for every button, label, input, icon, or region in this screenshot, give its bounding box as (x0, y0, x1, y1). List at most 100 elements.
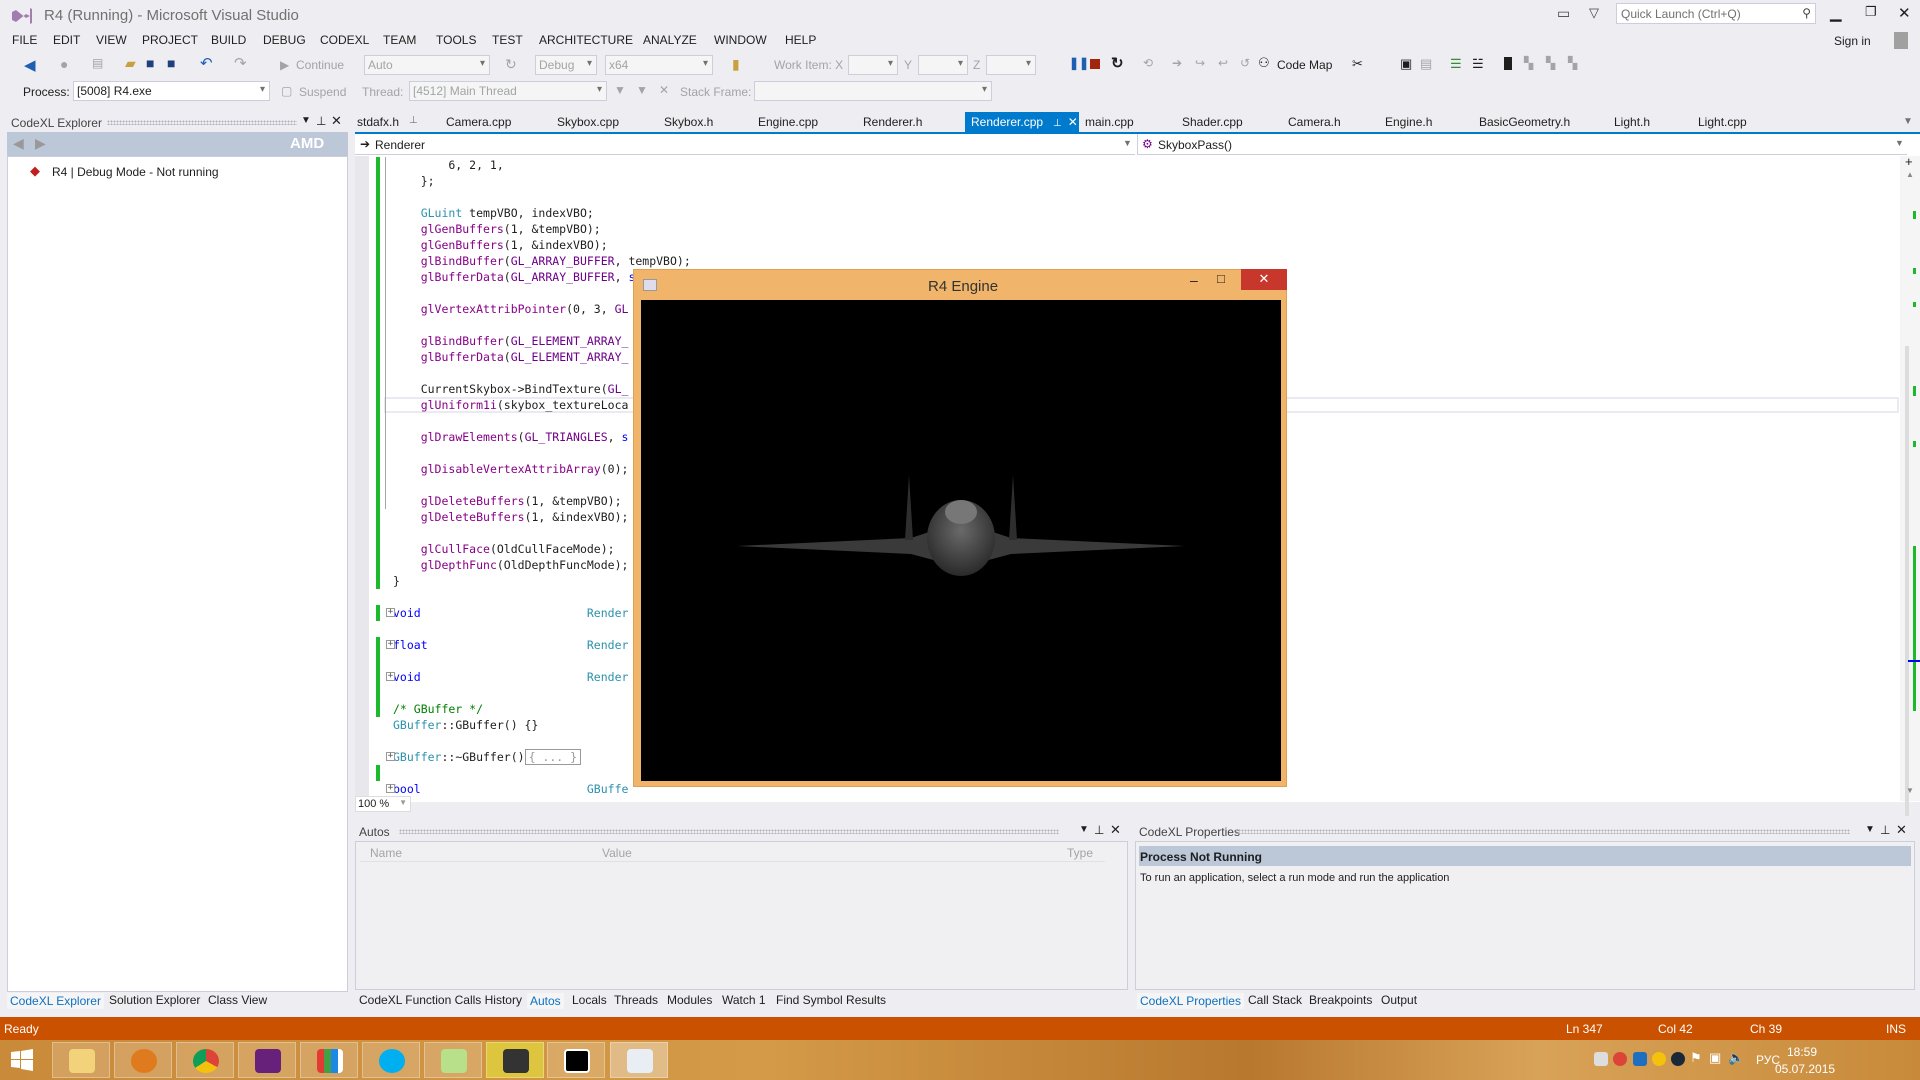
tab-locals[interactable]: Locals (572, 993, 607, 1007)
drag-handle[interactable] (107, 120, 297, 125)
tree-item-r4[interactable]: R4 | Debug Mode - Not running (52, 165, 219, 179)
menu-help[interactable]: HELP (785, 33, 816, 47)
expand-outline-icon[interactable]: + (386, 640, 395, 649)
drag-handle[interactable] (399, 829, 1059, 834)
drag-handle[interactable] (1235, 829, 1850, 834)
code-line[interactable]: GBuffer::GBuffer() {} (393, 717, 538, 733)
tray-volume-icon[interactable]: 🔈 (1728, 1050, 1744, 1066)
code-line[interactable]: glUniform1i(skybox_textureLoca (393, 397, 629, 413)
undo-icon[interactable]: ↶ (200, 54, 213, 72)
flag-just-my-code-icon[interactable]: ▼ (636, 83, 648, 97)
code-line[interactable]: void Render (393, 669, 628, 685)
code-line[interactable]: bool GBuffe (393, 781, 628, 797)
filter-icon[interactable]: ▽ (1589, 5, 1599, 21)
menu-edit[interactable]: EDIT (53, 33, 80, 47)
tab-renderer-cpp[interactable]: Renderer.cpp ⊥ ✕ (965, 112, 1079, 132)
panel-dropdown-icon[interactable]: ▼ (301, 115, 311, 126)
continue-play-icon[interactable]: ▶ (280, 58, 289, 72)
menu-codexl[interactable]: CODEXL (320, 33, 369, 47)
tab-codexl-properties[interactable]: CodeXL Properties (1137, 993, 1244, 1009)
code-line[interactable]: glBindBuffer(GL_ARRAY_BUFFER, tempVBO); (393, 253, 691, 269)
tab-class-view[interactable]: Class View (208, 993, 267, 1007)
tab-codexl-function-calls-history[interactable]: CodeXL Function Calls History (359, 993, 522, 1007)
tray-dropbox-icon[interactable] (1594, 1052, 1608, 1066)
code-line[interactable]: glDeleteBuffers(1, &tempVBO); (393, 493, 622, 509)
menu-test[interactable]: TEST (492, 33, 523, 47)
show-next-statement-icon[interactable]: ⟲ (1143, 56, 1153, 70)
code-line[interactable]: void Render (393, 605, 628, 621)
tab-shader-cpp[interactable]: Shader.cpp (1182, 115, 1243, 129)
stack-frame-combo[interactable] (754, 81, 992, 101)
code-line[interactable]: glGenBuffers(1, &tempVBO); (393, 221, 601, 237)
account-icon[interactable] (1894, 32, 1908, 49)
show-threads-in-source-icon[interactable]: ✕ (659, 83, 669, 97)
thread-combo[interactable]: [4512] Main Thread (409, 81, 607, 101)
code-map-button[interactable]: Code Map (1277, 58, 1332, 72)
previous-bookmark-icon[interactable]: ▚ (1524, 56, 1533, 70)
menu-view[interactable]: VIEW (96, 33, 127, 47)
hot-reload-icon[interactable]: ↺ (1240, 56, 1250, 70)
configuration-combo[interactable]: Debug (535, 55, 597, 75)
engine-minimize-button[interactable]: – (1190, 272, 1198, 288)
tab-basicgeometry-h[interactable]: BasicGeometry.h (1479, 115, 1570, 129)
back-arrow-icon[interactable]: ◀ (13, 135, 24, 152)
pin-icon[interactable]: ⊥ (1880, 823, 1890, 837)
new-project-icon[interactable]: ▤ (92, 56, 103, 70)
column-header-type[interactable]: Type (1067, 846, 1093, 860)
exception-settings-icon[interactable]: ▣ (1400, 56, 1412, 72)
code-line[interactable]: CurrentSkybox->BindTexture(GL_ (393, 381, 629, 397)
tray-badge-icon[interactable] (1652, 1052, 1666, 1066)
refresh-icon[interactable]: ↻ (505, 56, 517, 73)
taskbar-media-player-classic-icon[interactable] (486, 1042, 544, 1078)
redo-icon[interactable]: ↷ (234, 54, 247, 72)
taskbar-media-player-icon[interactable] (114, 1042, 172, 1078)
code-line[interactable]: 6, 2, 1, (393, 157, 503, 173)
tab-light-cpp[interactable]: Light.cpp (1698, 115, 1747, 129)
process-combo[interactable]: [5008] R4.exe (73, 81, 270, 101)
tab-overflow-dropdown-icon[interactable]: ▼ (1903, 116, 1913, 127)
taskbar-window-icon[interactable] (610, 1042, 668, 1078)
z-combo[interactable] (986, 55, 1036, 75)
find-icon[interactable]: ▮ (732, 56, 740, 73)
step-over-icon[interactable]: ↪ (1195, 56, 1205, 70)
windows-start-icon[interactable] (11, 1049, 33, 1071)
tray-steam-icon[interactable] (1671, 1052, 1685, 1066)
tray-network-icon[interactable]: ▣ (1709, 1050, 1721, 1066)
split-icon[interactable]: + (1905, 154, 1913, 169)
menu-project[interactable]: PROJECT (142, 33, 198, 47)
feedback-icon[interactable]: ▭ (1557, 5, 1570, 22)
step-out-icon[interactable]: ↩ (1218, 56, 1228, 70)
tab-camera-cpp[interactable]: Camera.cpp (446, 115, 511, 129)
bookmark-icon[interactable] (1504, 57, 1512, 70)
tray-flag-icon[interactable]: ⚑ (1690, 1050, 1702, 1066)
menu-build[interactable]: BUILD (211, 33, 246, 47)
code-line[interactable]: }; (393, 173, 435, 189)
minimize-button[interactable]: ▁ (1830, 4, 1842, 22)
code-line[interactable]: GBuffer::~GBuffer(){ ... } (393, 749, 582, 765)
code-line[interactable]: glDeleteBuffers(1, &indexVBO); (393, 509, 629, 525)
sign-in-link[interactable]: Sign in (1834, 34, 1871, 48)
platform-combo[interactable]: x64 (605, 55, 713, 75)
menu-window[interactable]: WINDOW (714, 33, 767, 47)
restore-button[interactable]: ❐ (1865, 4, 1877, 20)
solution-config-combo[interactable]: Auto (364, 55, 490, 75)
tab-call-stack[interactable]: Call Stack (1248, 993, 1302, 1007)
hex-display-icon[interactable]: ✂ (1352, 56, 1363, 72)
tab-threads[interactable]: Threads (614, 993, 658, 1007)
tray-date[interactable]: 05.07.2015 (1775, 1062, 1835, 1076)
code-line[interactable]: glBufferData(GL_ELEMENT_ARRAY_ (393, 349, 629, 365)
code-line[interactable]: glCullFace(OldCullFaceMode); (393, 541, 615, 557)
tab-camera-h[interactable]: Camera.h (1288, 115, 1341, 129)
member-combo[interactable]: ⚙ SkyboxPass() ▼ (1137, 134, 1907, 155)
column-header-name[interactable]: Name (370, 846, 402, 860)
tab-breakpoints[interactable]: Breakpoints (1309, 993, 1372, 1007)
tab-light-h[interactable]: Light.h (1614, 115, 1650, 129)
tab-engine-cpp[interactable]: Engine.cpp (758, 115, 818, 129)
code-line[interactable]: /* GBuffer */ (393, 701, 483, 717)
tray-network-app-icon[interactable] (1633, 1052, 1647, 1066)
break-all-pause-icon[interactable]: ❚❚ (1069, 56, 1089, 70)
expand-outline-icon[interactable]: + (386, 608, 395, 617)
taskbar-file-explorer-icon[interactable] (52, 1042, 110, 1078)
work-item-x-combo[interactable] (848, 55, 898, 75)
panel-close-icon[interactable]: ✕ (1110, 822, 1121, 838)
